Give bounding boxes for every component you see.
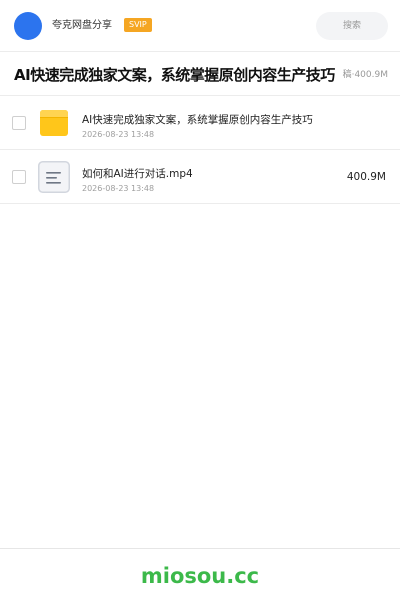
svip-badge: SVIP: [124, 18, 152, 32]
folder-icon: [40, 110, 68, 136]
folder-title-row: AI快速完成独家文案，系统掌握原创内容生产技巧 稿·400.9M: [0, 52, 400, 96]
folder-size-meta: 稿·400.9M: [343, 69, 388, 81]
file-list: AI快速完成独家文案，系统掌握原创内容生产技巧 2026-08-23 13:48…: [0, 96, 400, 204]
document-icon: [38, 161, 70, 193]
file-date: 2026-08-23 13:48: [82, 130, 155, 139]
user-name[interactable]: 夸克网盘分享: [52, 19, 112, 33]
top-bar: 夸克网盘分享 SVIP 搜索: [0, 0, 400, 52]
row-checkbox[interactable]: [12, 116, 26, 130]
list-item[interactable]: AI快速完成独家文案，系统掌握原创内容生产技巧 2026-08-23 13:48: [0, 96, 400, 150]
page-title: AI快速完成独家文案，系统掌握原创内容生产技巧: [14, 66, 335, 84]
file-size: 400.9M: [346, 171, 386, 183]
footer: miosou.cc: [0, 548, 400, 600]
search-input[interactable]: 搜索: [316, 12, 388, 40]
folder-meta-overlap: 稿: [342, 70, 352, 80]
list-item[interactable]: 如何和AI进行对话.mp4 2026-08-23 13:48 400.9M: [0, 150, 400, 204]
folder-meta-size: ·400.9M: [351, 70, 388, 80]
avatar[interactable]: [14, 12, 42, 40]
footer-brand-logo[interactable]: miosou.cc: [0, 563, 400, 589]
file-date: 2026-08-23 13:48: [82, 184, 155, 193]
file-name[interactable]: AI快速完成独家文案，系统掌握原创内容生产技巧: [82, 113, 313, 127]
row-checkbox[interactable]: [12, 170, 26, 184]
file-name[interactable]: 如何和AI进行对话.mp4: [82, 167, 193, 181]
